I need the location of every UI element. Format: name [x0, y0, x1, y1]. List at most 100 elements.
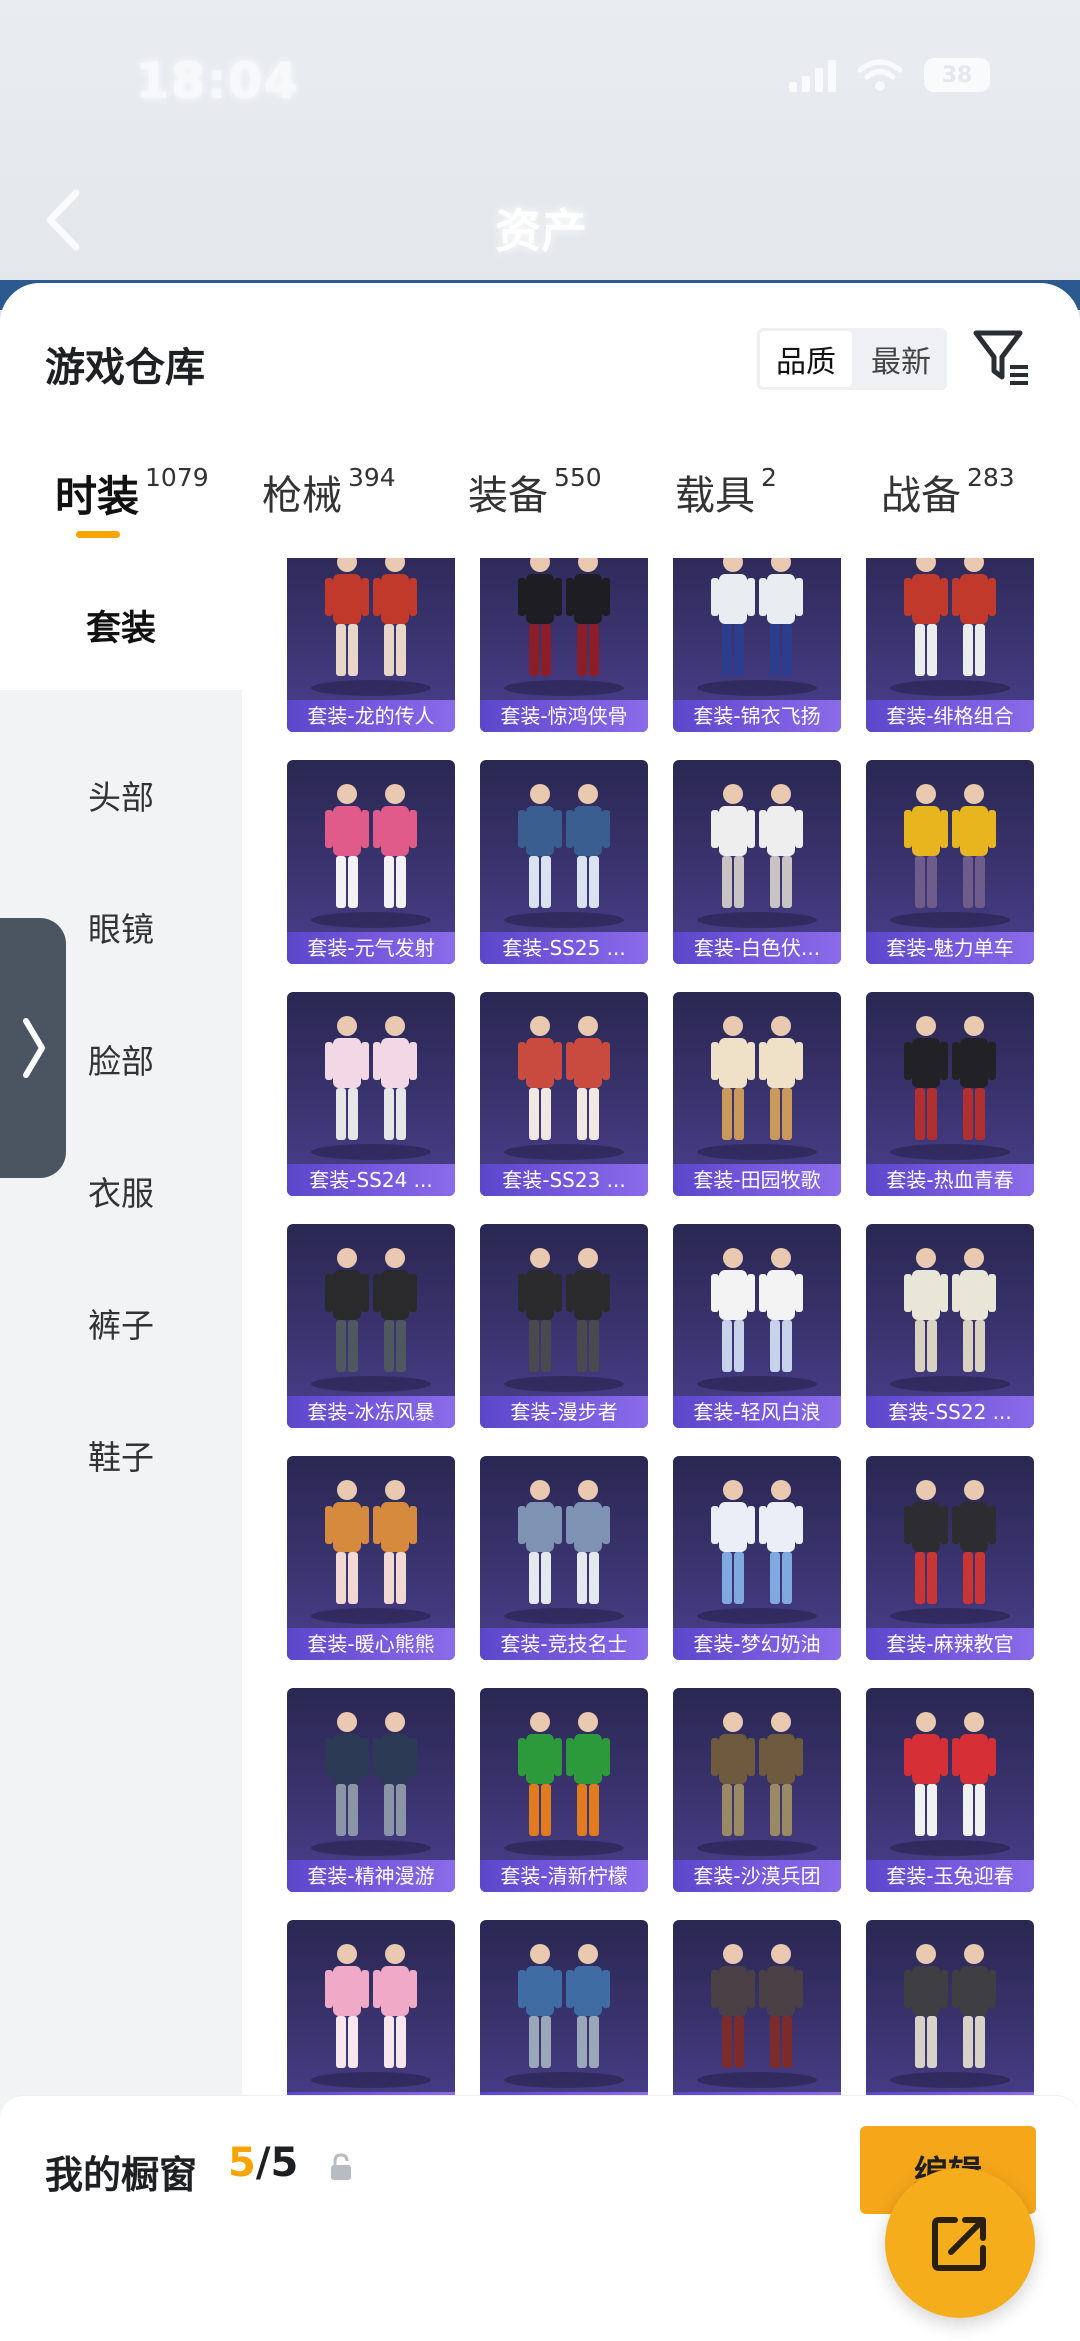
- item-card[interactable]: 套装-湖蓝色...: [480, 1920, 648, 2098]
- tab-label: 枪械: [262, 473, 342, 519]
- tab-fashion[interactable]: 时装 1079: [55, 463, 209, 524]
- sidebar-item-shoes[interactable]: 鞋子: [0, 1431, 242, 1479]
- item-card-label: 套装-SS23 ...: [480, 1164, 648, 1196]
- item-card[interactable]: 套装-SS23 ...: [480, 992, 648, 1196]
- item-card[interactable]: 套装-SS24 ...: [287, 992, 455, 1196]
- sort-toggle: 品质 最新: [757, 328, 947, 390]
- item-card-label: 套装-暖心熊熊: [287, 1628, 455, 1660]
- item-card[interactable]: 套装-漫步者: [480, 1224, 648, 1428]
- item-card[interactable]: 套装-魅力单车: [866, 760, 1034, 964]
- showcase-label: 我的橱窗: [45, 2153, 198, 2197]
- item-card[interactable]: 套装-SS22 ...: [866, 1224, 1034, 1428]
- item-card[interactable]: 套装-锦衣飞扬: [673, 558, 841, 732]
- item-card-label: 套装-SS22 ...: [866, 1396, 1034, 1428]
- outfit-thumbnail: [697, 558, 817, 696]
- item-card-label: 套装-热血青春: [866, 1164, 1034, 1196]
- tab-count: 283: [967, 463, 1015, 492]
- sidebar-item-set[interactable]: 套装: [0, 600, 242, 651]
- outfit-thumbnail: [890, 1016, 1010, 1160]
- outfit-thumbnail: [504, 1248, 624, 1392]
- tab-vehicles[interactable]: 载具 2: [675, 463, 777, 521]
- item-card-label: 套装-竞技名士: [480, 1628, 648, 1660]
- item-card[interactable]: 套装-热血青春: [866, 992, 1034, 1196]
- outfit-thumbnail: [504, 1480, 624, 1624]
- share-button[interactable]: [885, 2168, 1035, 2318]
- item-card[interactable]: 套装-白色伏...: [673, 760, 841, 964]
- sheet-title: 游戏仓库: [45, 345, 205, 391]
- nav-title: 资产: [495, 204, 587, 258]
- item-card[interactable]: 套装-冰冻风暴: [287, 1224, 455, 1428]
- item-card-label: 套装-元气发射: [287, 932, 455, 964]
- item-card[interactable]: 套装-娇憨猪猪: [287, 1920, 455, 2098]
- sidebar-item-pants[interactable]: 裤子: [0, 1299, 242, 1347]
- item-card-label: 套装-魅力单车: [866, 932, 1034, 964]
- outfit-thumbnail: [890, 558, 1010, 696]
- sidebar-expand-handle[interactable]: [0, 918, 66, 1178]
- item-card-label: 套装-锦衣飞扬: [673, 700, 841, 732]
- item-card[interactable]: 套装-沙漠兵团: [673, 1688, 841, 1892]
- outfit-thumbnail: [504, 784, 624, 928]
- sheet-header: 游戏仓库 品质 最新 时装 1079 枪械 394 装备 550 载具 2 战备…: [0, 283, 1080, 558]
- outfit-thumbnail: [890, 784, 1010, 928]
- sort-option-quality[interactable]: 品质: [760, 331, 852, 387]
- item-card[interactable]: 套装-梦幻奶油: [673, 1456, 841, 1660]
- subcategory-sidebar: 套装 头部 眼镜 脸部 衣服 裤子 鞋子: [0, 558, 242, 2341]
- showcase-count: 5 /5: [228, 2140, 298, 2186]
- item-card[interactable]: 套装-清新柠檬: [480, 1688, 648, 1892]
- tab-label: 装备: [468, 473, 548, 519]
- tab-equipment[interactable]: 装备 550: [468, 463, 602, 521]
- tab-supplies[interactable]: 战备 283: [881, 463, 1015, 521]
- item-card[interactable]: 套装-SS25 ...: [480, 760, 648, 964]
- item-card[interactable]: 套装-龙的传人: [287, 558, 455, 732]
- warehouse-sheet: 游戏仓库 品质 最新 时装 1079 枪械 394 装备 550 载具 2 战备…: [0, 283, 1080, 2341]
- tab-label: 战备: [881, 473, 961, 519]
- chevron-right-icon: [23, 1018, 45, 1078]
- sort-option-newest[interactable]: 最新: [855, 328, 947, 390]
- item-card[interactable]: 套装-玉兔迎春: [866, 1688, 1034, 1892]
- item-card-label: 套装-沙漠兵团: [673, 1860, 841, 1892]
- item-card-label: 套装-玉兔迎春: [866, 1860, 1034, 1892]
- outfit-thumbnail: [890, 1248, 1010, 1392]
- item-card[interactable]: 角色-英勇保...: [673, 1920, 841, 2098]
- outfit-thumbnail: [311, 1248, 431, 1392]
- outfit-thumbnail: [890, 1944, 1010, 2088]
- item-card[interactable]: 套装-麻辣教官: [866, 1456, 1034, 1660]
- tab-count: 1079: [145, 463, 209, 492]
- outfit-thumbnail: [311, 1712, 431, 1856]
- lock-icon: [331, 2153, 351, 2180]
- outfit-thumbnail: [697, 1016, 817, 1160]
- showcase-used: 5: [228, 2140, 256, 2186]
- item-card[interactable]: 套装-绯格组合: [866, 558, 1034, 732]
- item-card[interactable]: 套装-惊鸿侠骨: [480, 558, 648, 732]
- outfit-thumbnail: [311, 1944, 431, 2088]
- outfit-thumbnail: [697, 1248, 817, 1392]
- item-card-label: 套装-轻风白浪: [673, 1396, 841, 1428]
- filter-icon[interactable]: [970, 325, 1034, 389]
- item-card[interactable]: 套装-暖心熊熊: [287, 1456, 455, 1660]
- item-card[interactable]: 套装-田园牧歌: [673, 992, 841, 1196]
- tab-guns[interactable]: 枪械 394: [262, 463, 396, 521]
- tab-count: 394: [348, 463, 396, 492]
- outfit-thumbnail: [504, 1944, 624, 2088]
- battery-icon: 38: [924, 58, 990, 92]
- item-card-label: 套装-精神漫游: [287, 1860, 455, 1892]
- active-tab-indicator: [76, 531, 120, 538]
- item-card[interactable]: 套装-SS21 ...: [866, 1920, 1034, 2098]
- item-card[interactable]: 套装-精神漫游: [287, 1688, 455, 1892]
- sidebar-item-head[interactable]: 头部: [0, 771, 242, 819]
- item-card[interactable]: 套装-轻风白浪: [673, 1224, 841, 1428]
- item-card[interactable]: 套装-竞技名士: [480, 1456, 648, 1660]
- item-card-label: 套装-梦幻奶油: [673, 1628, 841, 1660]
- outfit-thumbnail: [890, 1712, 1010, 1856]
- item-card-label: 套装-漫步者: [480, 1396, 648, 1428]
- item-card[interactable]: 套装-元气发射: [287, 760, 455, 964]
- tab-count: 550: [554, 463, 602, 492]
- status-time: 18:04: [135, 52, 300, 110]
- item-card-label: 套装-白色伏...: [673, 932, 841, 964]
- item-card-label: 套装-惊鸿侠骨: [480, 700, 648, 732]
- outfit-thumbnail: [697, 1480, 817, 1624]
- outfit-thumbnail: [697, 1712, 817, 1856]
- back-icon[interactable]: [40, 185, 90, 255]
- outfit-thumbnail: [311, 558, 431, 696]
- item-card-label: 套装-清新柠檬: [480, 1860, 648, 1892]
